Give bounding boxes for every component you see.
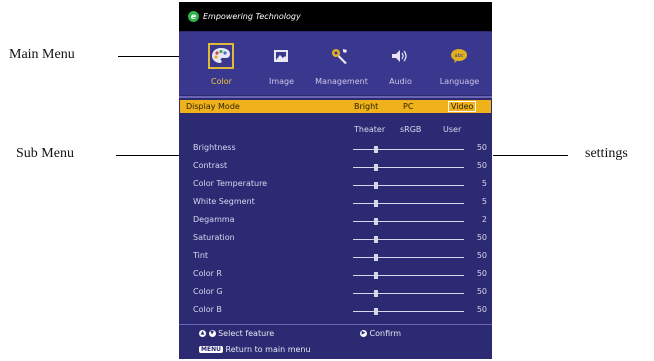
main-menu: Color Image Management Audio abc Languag… — [179, 32, 492, 95]
setting-label: Color Temperature — [193, 179, 268, 188]
main-menu-item-management[interactable]: Management — [312, 32, 372, 95]
slider-track[interactable] — [353, 293, 464, 294]
brand-logo-icon: e — [188, 11, 199, 22]
footer-return-text: Return to main menu — [225, 345, 311, 354]
slider-thumb[interactable] — [374, 146, 378, 153]
setting-label: Color G — [193, 287, 223, 296]
main-menu-item-audio[interactable]: Audio — [372, 32, 432, 95]
mode-option-video[interactable]: Video — [448, 101, 477, 112]
sub-menu-callout: Sub Menu — [16, 146, 74, 161]
slider-track[interactable] — [353, 185, 464, 186]
picture-icon — [268, 43, 294, 69]
slider-thumb[interactable] — [374, 182, 378, 189]
setting-label: Color B — [193, 305, 222, 314]
setting-label: Color R — [193, 269, 222, 278]
slider-track[interactable] — [353, 221, 464, 222]
main-menu-item-language[interactable]: abc Language — [431, 32, 491, 95]
setting-value: 50 — [476, 233, 487, 242]
slider-track[interactable] — [353, 275, 464, 276]
setting-value: 50 — [476, 251, 487, 260]
setting-label: Contrast — [193, 161, 228, 170]
setting-label: Degamma — [193, 215, 235, 224]
settings-callout: settings — [585, 146, 628, 161]
main-menu-label-language: Language — [439, 77, 480, 86]
main-menu-item-image[interactable]: Image — [253, 32, 313, 95]
slider-track[interactable] — [353, 167, 464, 168]
right-arrow-icon: ▶ — [360, 330, 367, 337]
display-mode-label: Display Mode — [186, 102, 240, 111]
setting-value: 5 — [481, 179, 487, 188]
footer-menu-hint: MENU Return to main menu — [199, 345, 311, 354]
slider-track[interactable] — [353, 203, 464, 204]
osd-panel: e Empowering Technology Color Image Mana… — [179, 2, 492, 359]
slider-track[interactable] — [353, 311, 464, 312]
slider-track[interactable] — [353, 239, 464, 240]
setting-label: White Segment — [193, 197, 255, 206]
main-menu-label-image: Image — [268, 77, 295, 86]
settings-callout-line — [493, 155, 568, 156]
slider-thumb[interactable] — [374, 272, 378, 279]
slider-thumb[interactable] — [374, 218, 378, 225]
footer-select-hint: ▲ ▼ Select feature — [199, 329, 274, 338]
main-menu-callout: Main Menu — [9, 47, 75, 62]
language-icon: abc — [446, 43, 472, 69]
menu-key-icon: MENU — [199, 346, 223, 353]
mode-option-user[interactable]: User — [443, 125, 461, 134]
setting-value: 50 — [476, 143, 487, 152]
slider-thumb[interactable] — [374, 290, 378, 297]
slider-thumb[interactable] — [374, 200, 378, 207]
slider-thumb[interactable] — [374, 236, 378, 243]
main-menu-label-audio: Audio — [389, 77, 412, 86]
down-arrow-icon: ▼ — [208, 330, 216, 337]
mode-option-theater[interactable]: Theater — [354, 125, 385, 134]
setting-label: Tint — [193, 251, 209, 260]
slider-thumb[interactable] — [374, 164, 378, 171]
main-menu-item-color[interactable]: Color — [193, 32, 253, 95]
footer-confirm-text: Confirm — [369, 329, 402, 338]
setting-value: 50 — [476, 305, 487, 314]
brand-text: Empowering Technology — [203, 12, 301, 21]
setting-label: Brightness — [193, 143, 236, 152]
mode-option-bright[interactable]: Bright — [354, 102, 378, 111]
footer-select-text: Select feature — [218, 329, 275, 338]
setting-label: Saturation — [193, 233, 235, 242]
slider-thumb[interactable] — [374, 308, 378, 315]
setting-value: 50 — [476, 287, 487, 296]
setting-value: 2 — [481, 215, 487, 224]
main-menu-label-management: Management — [315, 77, 368, 86]
up-arrow-icon: ▲ — [199, 330, 206, 337]
palette-icon — [208, 43, 234, 69]
mode-option-pc[interactable]: PC — [403, 102, 413, 111]
display-mode-row[interactable]: Display Mode Bright PC Video — [180, 100, 491, 113]
slider-track[interactable] — [353, 149, 464, 150]
slider-track[interactable] — [353, 257, 464, 258]
speaker-icon — [387, 43, 413, 69]
main-menu-label-color: Color — [211, 77, 232, 86]
footer-confirm-hint: ▶ Confirm — [360, 329, 401, 338]
brand-bar: e Empowering Technology — [179, 2, 492, 31]
mode-option-srgb[interactable]: sRGB — [400, 125, 421, 134]
setting-value: 50 — [476, 161, 487, 170]
menu-divider — [179, 96, 492, 98]
setting-value: 50 — [476, 269, 487, 278]
svg-text:abc: abc — [455, 53, 464, 59]
tools-icon — [327, 43, 353, 69]
setting-value: 5 — [481, 197, 487, 206]
main-menu-callout-line — [118, 56, 181, 57]
footer-divider — [179, 324, 492, 325]
slider-thumb[interactable] — [374, 254, 378, 261]
